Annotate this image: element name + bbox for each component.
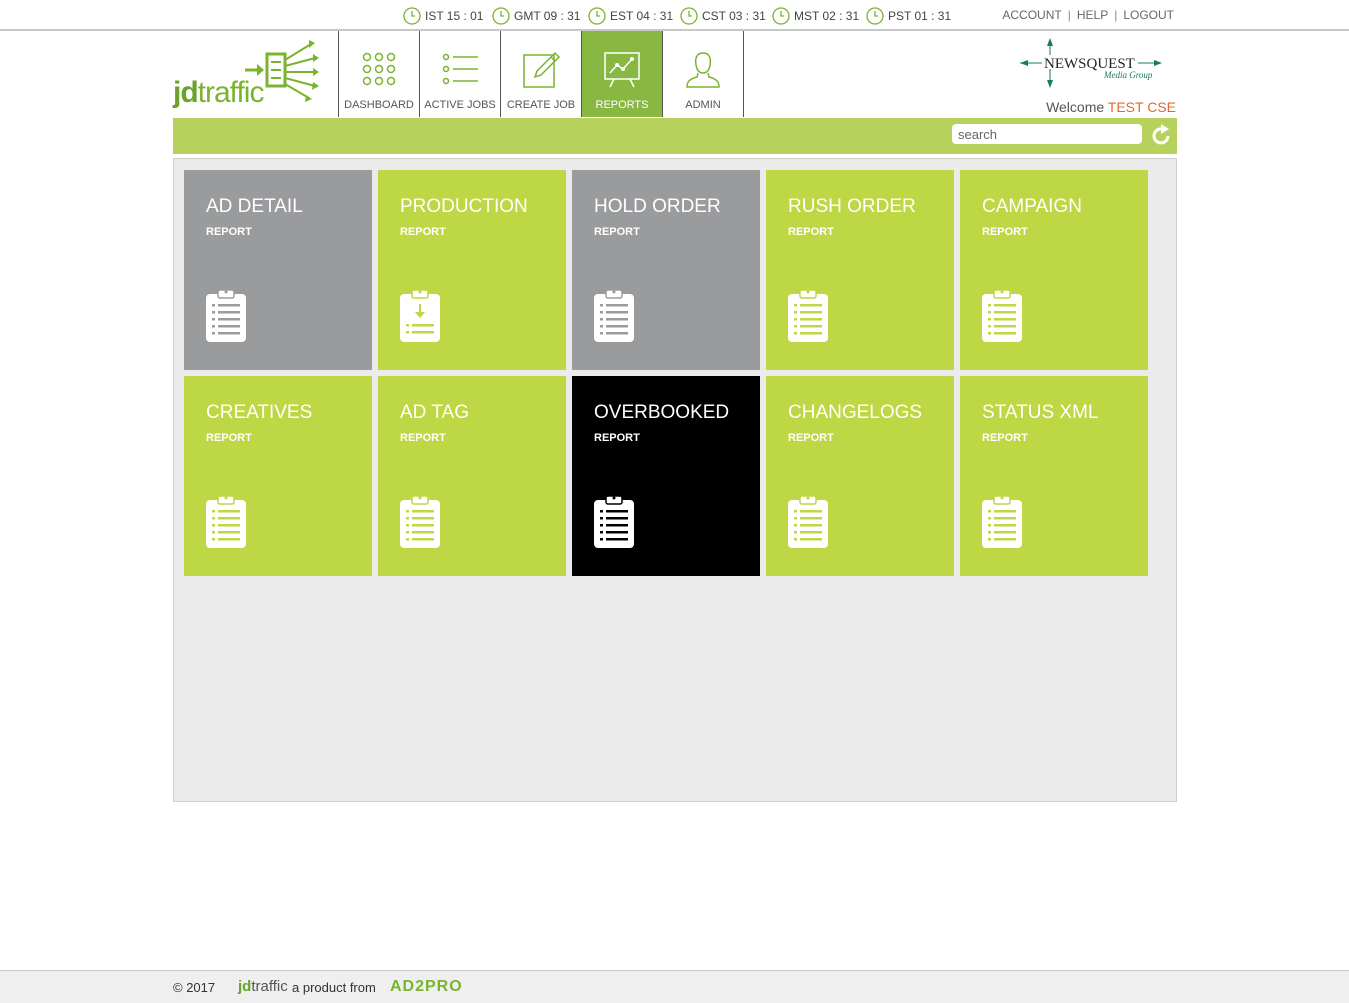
logo-arrows-icon [245, 40, 319, 102]
nav-create-job[interactable]: CREATE JOB [501, 31, 582, 117]
clipboard-download-icon [400, 289, 440, 342]
report-tile-rush-order[interactable]: RUSH ORDER REPORT [766, 170, 954, 370]
report-tile-hold-order[interactable]: HOLD ORDER REPORT [572, 170, 760, 370]
dots-grid-icon [362, 52, 396, 86]
list-icon [442, 53, 478, 85]
clock-label: MST 02 : 31 [794, 9, 860, 23]
logout-link[interactable]: LOGOUT [1123, 8, 1174, 22]
search-input[interactable] [952, 124, 1142, 144]
tile-title: CAMPAIGN [982, 196, 1082, 217]
tile-title: AD TAG [400, 402, 469, 423]
top-bar: IST 15 : 01 GMT 09 : 31 EST 04 : 31 CST … [0, 0, 1349, 31]
refresh-icon[interactable] [1151, 124, 1173, 146]
tile-title: STATUS XML [982, 402, 1099, 423]
tile-title: AD DETAIL [206, 196, 303, 217]
nav-label: DASHBOARD [344, 99, 414, 111]
tile-subtitle: REPORT [788, 226, 834, 238]
welcome-user: TEST CSE [1107, 99, 1176, 115]
tile-subtitle: REPORT [206, 226, 252, 238]
edit-icon [523, 51, 561, 88]
clock-icon [588, 7, 606, 25]
report-tile-creatives[interactable]: CREATIVES REPORT [184, 376, 372, 576]
clock-icon [866, 7, 884, 25]
copyright: © 2017 [173, 980, 216, 995]
tile-subtitle: REPORT [982, 226, 1028, 238]
help-link[interactable]: HELP [1077, 8, 1108, 22]
nav-label: REPORTS [595, 99, 649, 111]
nav-dashboard[interactable]: DASHBOARD [339, 31, 420, 117]
welcome-prefix: Welcome [1046, 99, 1105, 115]
tile-subtitle: REPORT [594, 432, 640, 444]
clock-icon [680, 7, 698, 25]
clipboard-list-icon [400, 495, 440, 548]
clipboard-list-icon [788, 495, 828, 548]
welcome-message: Welcome TEST CSE [1046, 99, 1176, 115]
tile-subtitle: REPORT [982, 432, 1028, 444]
nav-active-jobs[interactable]: ACTIVE JOBS [420, 31, 501, 117]
newsquest-sub: Media Group [1103, 70, 1153, 80]
ad2pro-logo[interactable]: AD2PRO [390, 978, 463, 996]
tile-subtitle: REPORT [400, 226, 446, 238]
footer-logo: jdtraffic [238, 978, 288, 995]
footer-product-text: a product from [292, 980, 376, 995]
clock-est: EST 04 : 31 [588, 6, 673, 26]
top-links: ACCOUNT | HELP | LOGOUT [1002, 8, 1174, 22]
clock-label: EST 04 : 31 [610, 9, 674, 23]
tile-title: PRODUCTION [400, 196, 528, 217]
footer: © 2017 jdtraffic a product from AD2PRO [0, 970, 1349, 1003]
clock-ist: IST 15 : 01 [403, 6, 483, 26]
tile-title: HOLD ORDER [594, 196, 721, 217]
report-tile-production[interactable]: PRODUCTION REPORT [378, 170, 566, 370]
clock-label: GMT 09 : 31 [514, 9, 581, 23]
user-icon [686, 52, 720, 88]
report-tile-status-xml[interactable]: STATUS XML REPORT [960, 376, 1148, 576]
presentation-chart-icon [604, 52, 640, 88]
tile-title: OVERBOOKED [594, 402, 730, 423]
clipboard-list-icon [206, 289, 246, 342]
clock-gmt: GMT 09 : 31 [492, 6, 580, 26]
clipboard-list-icon [594, 289, 634, 342]
tile-subtitle: REPORT [400, 432, 446, 444]
report-tile-changelogs[interactable]: CHANGELOGS REPORT [766, 376, 954, 576]
tile-subtitle: REPORT [594, 226, 640, 238]
clock-icon [403, 7, 421, 25]
tile-title: RUSH ORDER [788, 196, 916, 217]
clipboard-list-icon [982, 495, 1022, 548]
clipboard-list-icon [788, 289, 828, 342]
tile-title: CREATIVES [206, 402, 313, 423]
compass-icon: NEWSQUEST Media Group [1020, 38, 1162, 88]
separator: | [1067, 8, 1071, 22]
nav-label: CREATE JOB [506, 99, 576, 111]
report-tile-campaign[interactable]: CAMPAIGN REPORT [960, 170, 1148, 370]
nav-label: ADMIN [685, 99, 721, 111]
toolbar [173, 118, 1177, 154]
reports-panel: AD DETAIL REPORT PRODUCTION REPORT HOLD OR… [173, 158, 1177, 802]
clipboard-list-icon [206, 495, 246, 548]
clock-icon [492, 7, 510, 25]
tile-subtitle: REPORT [206, 432, 252, 444]
clipboard-list-icon [982, 289, 1022, 342]
account-link[interactable]: ACCOUNT [1002, 8, 1061, 22]
clock-label: IST 15 : 01 [425, 9, 484, 23]
report-tile-ad-detail[interactable]: AD DETAIL REPORT [184, 170, 372, 370]
clock-pst: PST 01 : 31 [866, 6, 951, 26]
tile-subtitle: REPORT [788, 432, 834, 444]
clipboard-list-icon [594, 495, 634, 548]
report-tile-ad-tag[interactable]: AD TAG REPORT [378, 376, 566, 576]
tile-title: CHANGELOGS [788, 402, 923, 423]
jdtraffic-logo[interactable]: jdtraffic [173, 40, 323, 110]
main-nav: DASHBOARD ACTIVE JOBS CREATE JOB REPORTS… [338, 31, 744, 117]
newsquest-logo: NEWSQUEST Media Group [1020, 38, 1165, 88]
clock-mst: MST 02 : 31 [772, 6, 859, 26]
nav-label: ACTIVE JOBS [424, 99, 496, 111]
clock-cst: CST 03 : 31 [680, 6, 766, 26]
clock-icon [772, 7, 790, 25]
nav-admin[interactable]: ADMIN [663, 31, 744, 117]
report-tile-overbooked[interactable]: OVERBOOKED REPORT [572, 376, 760, 576]
nav-reports[interactable]: REPORTS [582, 31, 663, 117]
clock-label: PST 01 : 31 [888, 9, 952, 23]
clock-label: CST 03 : 31 [702, 9, 766, 23]
separator: | [1114, 8, 1118, 22]
